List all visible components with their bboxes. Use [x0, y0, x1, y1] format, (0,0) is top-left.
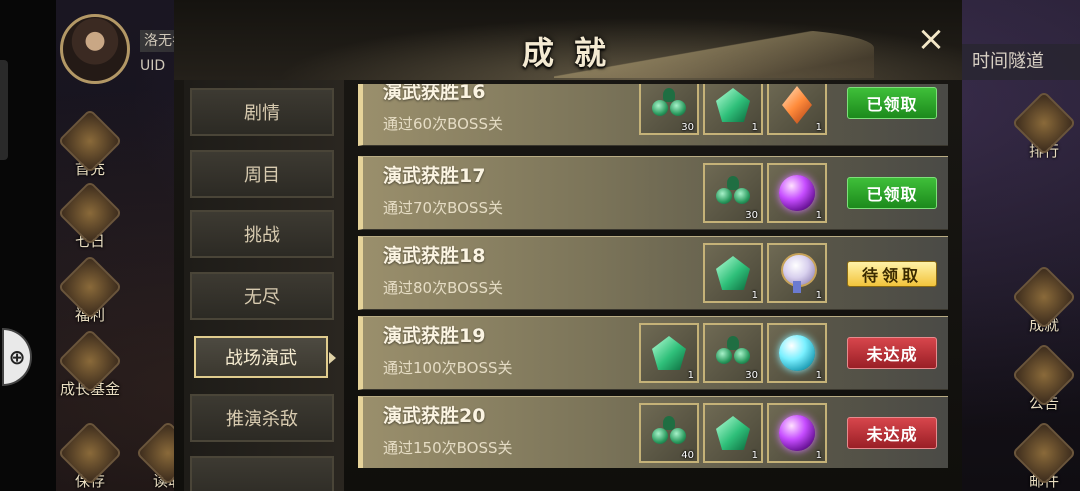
reward-count: 1 [815, 122, 822, 133]
herb-icon [714, 176, 752, 210]
category-endless[interactable]: 无尽 [190, 272, 334, 320]
category-label: 周目 [244, 165, 280, 186]
achievement-desc: 通过100次BOSS关 [383, 359, 513, 377]
achievement-title: 演武获胜16 [383, 84, 486, 103]
reward-slot[interactable]: 1 [767, 323, 827, 383]
reward-slot[interactable]: 1 [767, 163, 827, 223]
reward-count: 1 [751, 122, 758, 133]
achievement-button[interactable]: 成就 [1011, 264, 1077, 335]
category-sidebar: 剧情 周目 挑战 无尽 战场演武 推演杀敌 [184, 80, 344, 491]
reward-slot[interactable]: 30 [703, 163, 763, 223]
reward-slot[interactable]: 1 [767, 84, 827, 135]
selected-arrow-icon [329, 352, 336, 364]
close-icon[interactable]: × [914, 22, 948, 56]
achievement-title: 演武获胜18 [383, 245, 486, 267]
reward-slot[interactable]: 1 [703, 84, 763, 135]
achievement-row: 演武获胜18 通过80次BOSS关 1 1 待领取 [358, 236, 948, 310]
herb-icon [650, 88, 688, 122]
reward-count: 1 [751, 290, 758, 301]
achievement-desc: 通过150次BOSS关 [383, 439, 513, 457]
reward-count: 1 [815, 370, 822, 381]
reward-slot[interactable]: 40 [639, 403, 699, 463]
screen-left-edge [0, 0, 56, 491]
save-button[interactable]: 保存 [57, 420, 123, 491]
achievement-desc: 通过70次BOSS关 [383, 199, 503, 217]
reward-slot[interactable]: 1 [703, 403, 763, 463]
category-more[interactable] [190, 456, 334, 491]
purple-orb-icon [779, 415, 815, 451]
achievement-desc: 通过60次BOSS关 [383, 115, 503, 133]
category-label: 战场演武 [225, 348, 297, 369]
category-battlefield[interactable]: 战场演武 [194, 336, 336, 378]
achievement-row: 演武获胜19 通过100次BOSS关 1 30 1 未达成 [358, 316, 948, 390]
growth-fund-button[interactable]: 成长基金 [57, 328, 123, 399]
notice-button[interactable]: 公告 [1011, 342, 1077, 413]
reward-slot[interactable]: 30 [639, 84, 699, 135]
achievement-list[interactable]: 演武获胜16 通过60次BOSS关 30 1 1 已领取 演武获胜17 通过70… [358, 84, 950, 468]
not-achieved-status-button: 未达成 [847, 337, 937, 369]
reward-count: 1 [815, 210, 822, 221]
reward-count: 1 [687, 370, 694, 381]
herb-icon [650, 416, 688, 450]
category-label: 剧情 [244, 103, 280, 124]
category-simulation-kills[interactable]: 推演杀敌 [190, 394, 334, 442]
reward-count: 1 [751, 450, 758, 461]
reward-count: 1 [815, 290, 822, 301]
reward-slot[interactable]: 1 [767, 403, 827, 463]
reward-count: 40 [681, 450, 694, 461]
reward-count: 30 [745, 210, 758, 221]
avatar[interactable] [60, 14, 130, 84]
reward-slot[interactable]: 1 [639, 323, 699, 383]
ranking-button[interactable]: 排行 [1011, 90, 1077, 161]
welfare-button[interactable]: 福利 [57, 254, 123, 325]
achievement-dialog: 成就 × 剧情 周目 挑战 无尽 战场演武 推演杀敌 演武获胜16 通过60次B… [174, 0, 962, 491]
achievement-row: 演武获胜20 通过150次BOSS关 40 1 1 未达成 [358, 396, 948, 468]
dialog-header: 成就 × [174, 0, 962, 80]
reward-count: 1 [815, 450, 822, 461]
category-label: 推演杀敌 [226, 409, 298, 430]
time-tunnel-title[interactable]: 时间隧道 [962, 44, 1080, 80]
seven-day-button[interactable]: 七日 [57, 180, 123, 251]
achievement-title: 演武获胜20 [383, 405, 486, 427]
orange-gem-icon [782, 86, 812, 124]
reward-slot[interactable]: 1 [703, 243, 763, 303]
category-story[interactable]: 剧情 [190, 88, 334, 136]
reward-count: 30 [745, 370, 758, 381]
green-gem-icon [716, 88, 750, 122]
achievement-desc: 通过80次BOSS关 [383, 279, 503, 297]
herb-icon [714, 336, 752, 370]
reward-count: 30 [681, 122, 694, 133]
achievement-row: 演武获胜16 通过60次BOSS关 30 1 1 已领取 [358, 84, 948, 146]
not-achieved-status-button: 未达成 [847, 417, 937, 449]
uid-label: UID [140, 58, 166, 74]
dialog-title: 成就 [521, 34, 626, 72]
purple-orb-icon [779, 175, 815, 211]
green-gem-icon [716, 416, 750, 450]
first-charge-button[interactable]: 首充 [57, 108, 123, 179]
side-handle[interactable] [0, 60, 8, 160]
category-cycle[interactable]: 周目 [190, 150, 334, 198]
cyan-orb-icon [779, 335, 815, 371]
claimed-status-button[interactable]: 已领取 [847, 87, 937, 119]
claimed-status-button[interactable]: 已领取 [847, 177, 937, 209]
achievement-title: 演武获胜17 [383, 165, 486, 187]
category-label: 无尽 [244, 287, 280, 308]
achievement-row: 演武获胜17 通过70次BOSS关 30 1 已领取 [358, 156, 948, 230]
amulet-icon [779, 253, 817, 293]
reward-slot[interactable]: 30 [703, 323, 763, 383]
green-gem-icon [652, 336, 686, 370]
category-label: 挑战 [244, 225, 280, 246]
green-gem-icon [716, 256, 750, 290]
category-challenge[interactable]: 挑战 [190, 210, 334, 258]
claim-reward-button[interactable]: 待领取 [847, 261, 937, 287]
reward-slot[interactable]: 1 [767, 243, 827, 303]
achievement-title: 演武获胜19 [383, 325, 486, 347]
mail-button[interactable]: 邮件 [1011, 420, 1077, 491]
